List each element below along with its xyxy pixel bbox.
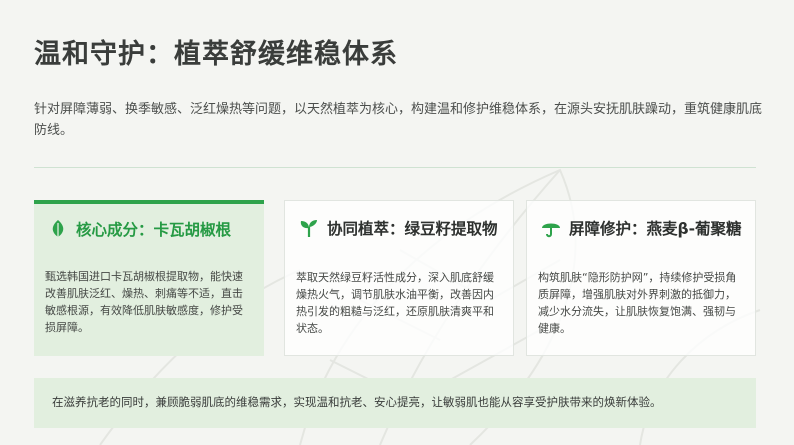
section-divider bbox=[34, 167, 756, 168]
card-barrier-repair: 屏障修护：燕麦β-葡聚糖 构筑肌肤“隐形防护网”，持续修护受损角质屏障，增强肌肤… bbox=[526, 200, 756, 356]
page-title: 温和守护：植萃舒缓维稳体系 bbox=[34, 39, 398, 70]
umbrella-icon bbox=[541, 218, 561, 238]
card-description: 构筑肌肤“隐形防护网”，持续修护受损角质屏障，增强肌肤对外界刺激的抵御力，减少水… bbox=[538, 271, 737, 335]
card-header: 核心成分：卡瓦胡椒根 bbox=[48, 218, 231, 240]
intro-paragraph: 针对屏障薄弱、换季敏感、泛红燥热等问题，以天然植萃为核心，构建温和修护维稳体系，… bbox=[34, 102, 763, 138]
card-header: 屏障修护：燕麦β-葡聚糖 bbox=[541, 217, 742, 239]
sprout-icon bbox=[299, 218, 319, 238]
card-title: 核心成分：卡瓦胡椒根 bbox=[76, 221, 232, 239]
card-title: 屏障修护：燕麦β-葡聚糖 bbox=[569, 220, 742, 238]
card-description: 萃取天然绿豆籽活性成分，深入肌底舒缓燥热火气，调节肌肤水油平衡，改善因内热引发的… bbox=[296, 271, 494, 335]
card-synergy-botanical: 协同植萃：绿豆籽提取物 萃取天然绿豆籽活性成分，深入肌底舒缓燥热火气，调节肌肤水… bbox=[284, 200, 514, 356]
leaf-icon bbox=[48, 219, 68, 239]
card-header: 协同植萃：绿豆籽提取物 bbox=[299, 217, 498, 239]
card-title: 协同植萃：绿豆籽提取物 bbox=[327, 220, 498, 238]
summary-banner: 在滋养抗老的同时，兼顾脆弱肌底的维稳需求，实现温和抗老、安心提亮，让敏弱肌也能从… bbox=[34, 378, 756, 428]
card-description: 甄选韩国进口卡瓦胡椒根提取物，能快速改善肌肤泛红、燥热、刺痛等不适，直击敏感根源… bbox=[45, 270, 243, 334]
card-core-ingredient: 核心成分：卡瓦胡椒根 甄选韩国进口卡瓦胡椒根提取物，能快速改善肌肤泛红、燥热、刺… bbox=[34, 200, 264, 356]
